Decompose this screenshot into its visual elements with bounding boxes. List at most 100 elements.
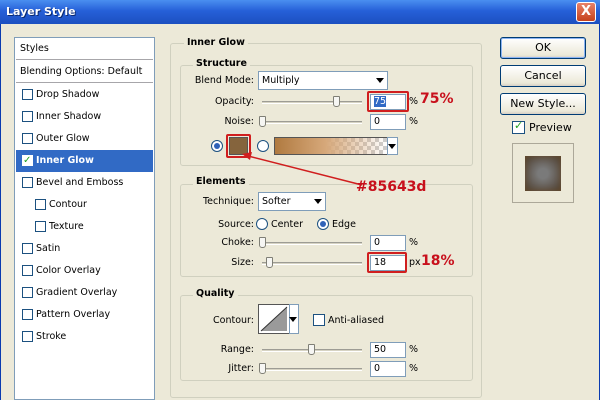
style-checkbox[interactable] [35, 199, 46, 210]
preview-checkbox[interactable]: ✓ [512, 119, 525, 134]
chevron-down-icon [289, 317, 297, 322]
title-bar[interactable]: Layer Style X [0, 0, 600, 24]
jitter-label: Jitter: [228, 363, 254, 374]
opacity-slider-thumb[interactable] [332, 96, 340, 107]
blend-mode-select[interactable]: Multiply [258, 71, 388, 90]
technique-label: Technique: [202, 196, 254, 207]
style-checkbox[interactable] [22, 133, 33, 144]
style-item[interactable]: Drop Shadow [16, 84, 153, 106]
style-item[interactable]: Inner Glow [16, 150, 153, 172]
style-checkbox[interactable] [22, 265, 33, 276]
structure-title: Structure [193, 58, 250, 69]
opacity-highlight [367, 91, 409, 112]
size-slider-thumb[interactable] [265, 257, 273, 268]
style-item[interactable]: Bevel and Emboss [16, 172, 153, 194]
style-checkbox[interactable] [22, 287, 33, 298]
noise-input[interactable]: 0 [370, 114, 406, 130]
anti-aliased-label: Anti-aliased [328, 315, 385, 326]
style-item[interactable]: Contour [16, 194, 153, 216]
style-checkbox[interactable] [22, 177, 33, 188]
size-slider[interactable] [262, 262, 362, 265]
style-item[interactable]: Gradient Overlay [16, 282, 153, 304]
source-edge-label: Edge [332, 219, 356, 230]
style-checkbox[interactable] [35, 221, 46, 232]
contour-label: Contour: [213, 315, 254, 326]
blending-options-item[interactable]: Blending Options: Default [16, 61, 153, 83]
style-item[interactable]: Pattern Overlay [16, 304, 153, 326]
style-item-label: Texture [49, 221, 84, 232]
contour-dropdown[interactable] [289, 304, 299, 334]
checkmark-icon: ✓ [514, 119, 524, 132]
style-checkbox[interactable] [22, 111, 33, 122]
preview-label: Preview [529, 121, 572, 134]
jitter-slider[interactable] [262, 368, 362, 371]
choke-input[interactable]: 0 [370, 235, 406, 251]
quality-title: Quality [193, 288, 238, 299]
noise-unit: % [409, 116, 419, 127]
jitter-input[interactable]: 0 [370, 361, 406, 377]
size-label: Size: [231, 257, 254, 268]
gradient-dropdown[interactable] [387, 137, 398, 155]
chevron-down-icon [376, 78, 384, 83]
style-item-label: Contour [49, 199, 87, 210]
style-checkbox[interactable] [22, 331, 33, 342]
styles-header[interactable]: Styles [16, 38, 153, 60]
choke-label: Choke: [221, 237, 254, 248]
style-checkbox[interactable] [22, 89, 33, 100]
style-item-label: Stroke [36, 331, 67, 342]
range-slider-thumb[interactable] [308, 344, 315, 355]
style-checkbox[interactable] [22, 150, 33, 172]
jitter-slider-thumb[interactable] [259, 363, 266, 374]
close-button[interactable]: X [576, 2, 596, 22]
style-item[interactable]: Inner Shadow [16, 106, 153, 128]
contour-linear-icon [260, 306, 288, 332]
source-edge-radio[interactable] [317, 218, 329, 230]
choke-slider-thumb[interactable] [259, 237, 266, 248]
style-item[interactable]: Satin [16, 238, 153, 260]
ok-button[interactable]: OK [500, 37, 586, 59]
technique-value: Softer [262, 196, 291, 207]
contour-picker[interactable] [258, 304, 290, 334]
style-item-label: Gradient Overlay [36, 287, 118, 298]
noise-label: Noise: [224, 116, 254, 127]
chevron-down-icon [388, 144, 396, 149]
style-item[interactable]: Texture [16, 216, 153, 238]
blend-mode-value: Multiply [262, 75, 300, 86]
preview-thumbnail [512, 143, 574, 203]
style-item[interactable]: Stroke [16, 326, 153, 348]
style-item-label: Color Overlay [36, 265, 101, 276]
source-label: Source: [218, 219, 254, 230]
noise-slider[interactable] [262, 121, 362, 124]
range-unit: % [409, 344, 419, 355]
window-title: Layer Style [6, 5, 76, 18]
jitter-unit: % [409, 363, 419, 374]
preview-swatch [525, 156, 561, 191]
color-annotation: #85643d [356, 179, 427, 195]
size-unit: px [409, 257, 421, 268]
opacity-slider[interactable] [262, 101, 362, 104]
range-input[interactable]: 50 [370, 342, 406, 358]
source-center-radio[interactable] [256, 218, 268, 230]
style-item-label: Bevel and Emboss [36, 177, 124, 188]
cancel-button[interactable]: Cancel [500, 65, 586, 87]
style-item-label: Pattern Overlay [36, 309, 111, 320]
choke-unit: % [409, 237, 419, 248]
style-checkbox[interactable] [22, 243, 33, 254]
choke-slider[interactable] [262, 242, 362, 245]
technique-select[interactable]: Softer [258, 192, 326, 211]
noise-slider-thumb[interactable] [259, 116, 266, 127]
size-annotation: 18% [421, 253, 455, 269]
styles-list: Styles Blending Options: Default Drop Sh… [14, 37, 155, 400]
style-item-label: Inner Glow [36, 155, 94, 166]
opacity-unit: % [409, 96, 419, 107]
source-center-label: Center [271, 219, 303, 230]
style-item[interactable]: Outer Glow [16, 128, 153, 150]
anti-aliased-checkbox[interactable] [313, 314, 325, 326]
opacity-label: Opacity: [214, 96, 254, 107]
solid-color-radio[interactable] [211, 140, 223, 152]
style-checkbox[interactable] [22, 309, 33, 320]
style-item-label: Drop Shadow [36, 89, 100, 100]
new-style-button[interactable]: New Style... [500, 93, 586, 115]
size-highlight [367, 252, 407, 273]
style-item[interactable]: Color Overlay [16, 260, 153, 282]
